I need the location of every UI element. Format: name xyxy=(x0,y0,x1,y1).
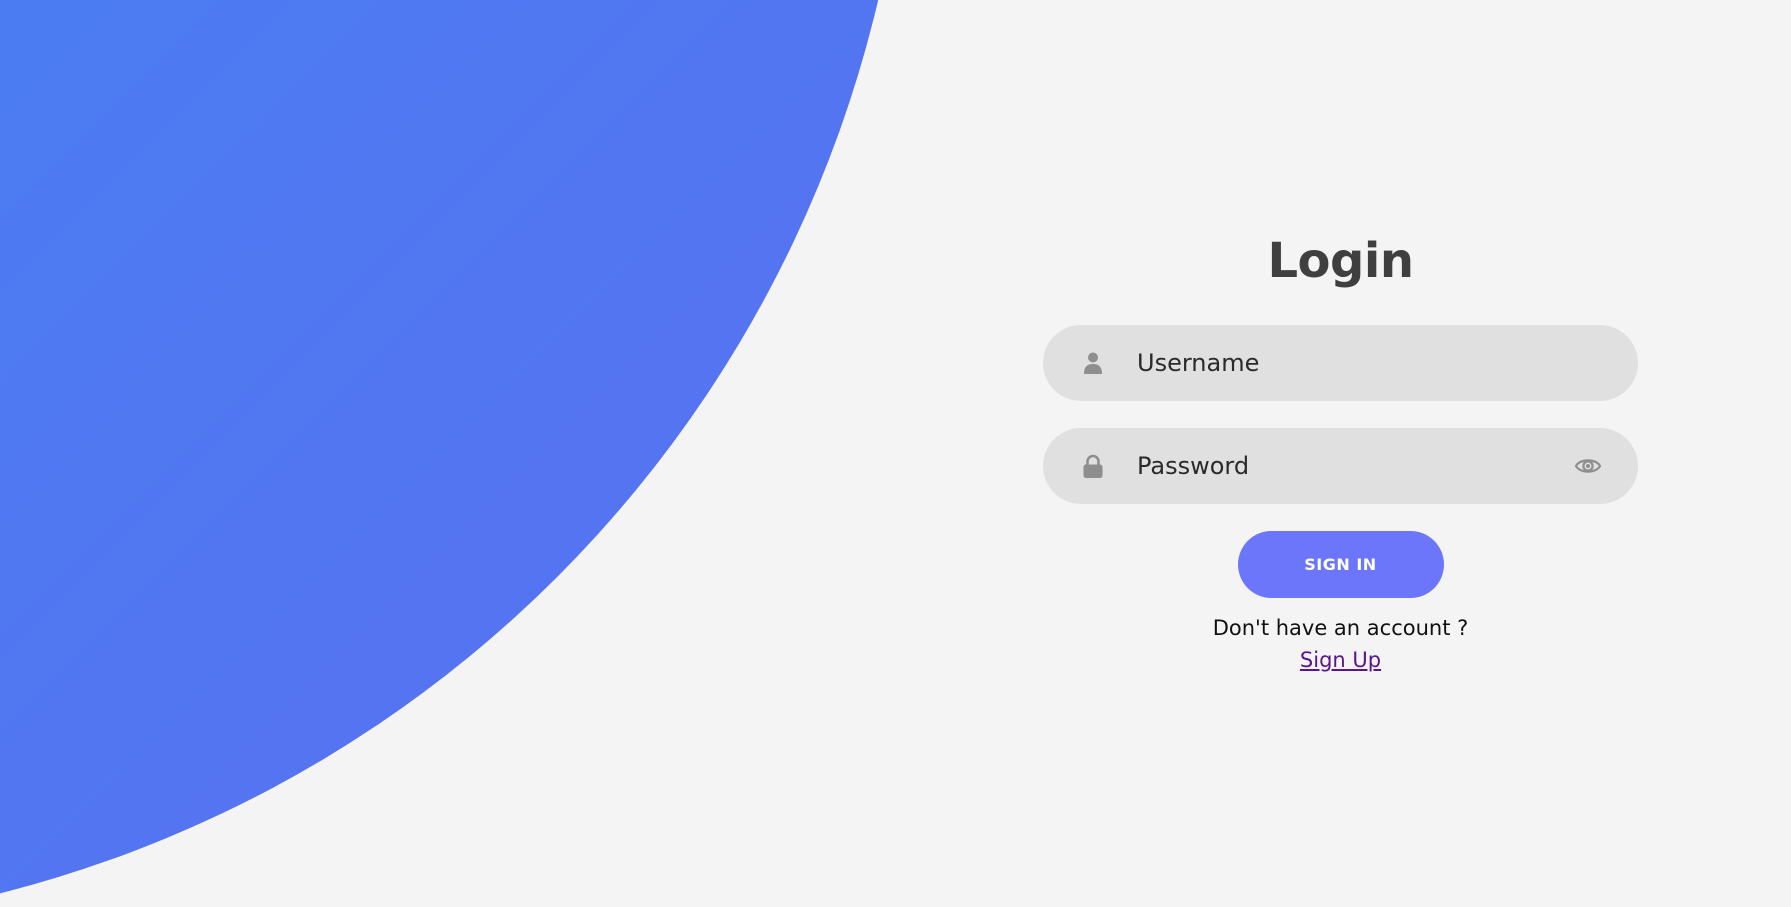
signin-button-wrapper: SIGN IN xyxy=(1043,531,1638,598)
password-field-container xyxy=(1043,428,1638,504)
login-page: Login Username SIGN IN Don't have an acc… xyxy=(0,0,1791,907)
sign-in-button[interactable]: SIGN IN xyxy=(1237,531,1444,598)
password-input[interactable] xyxy=(1137,428,1558,504)
lock-icon xyxy=(1081,454,1105,478)
decorative-blue-circle xyxy=(0,0,910,907)
page-title: Login xyxy=(1267,233,1414,289)
signup-link-row: Sign Up xyxy=(1043,645,1638,677)
sign-up-link[interactable]: Sign Up xyxy=(1300,648,1381,672)
user-icon xyxy=(1081,351,1105,375)
eye-icon[interactable] xyxy=(1574,453,1602,479)
signup-prompt: Don't have an account ? xyxy=(1212,616,1469,640)
username-field-container xyxy=(1043,325,1638,401)
login-form: Login Username SIGN IN Don't have an acc… xyxy=(1043,225,1638,677)
username-input[interactable] xyxy=(1137,325,1558,401)
